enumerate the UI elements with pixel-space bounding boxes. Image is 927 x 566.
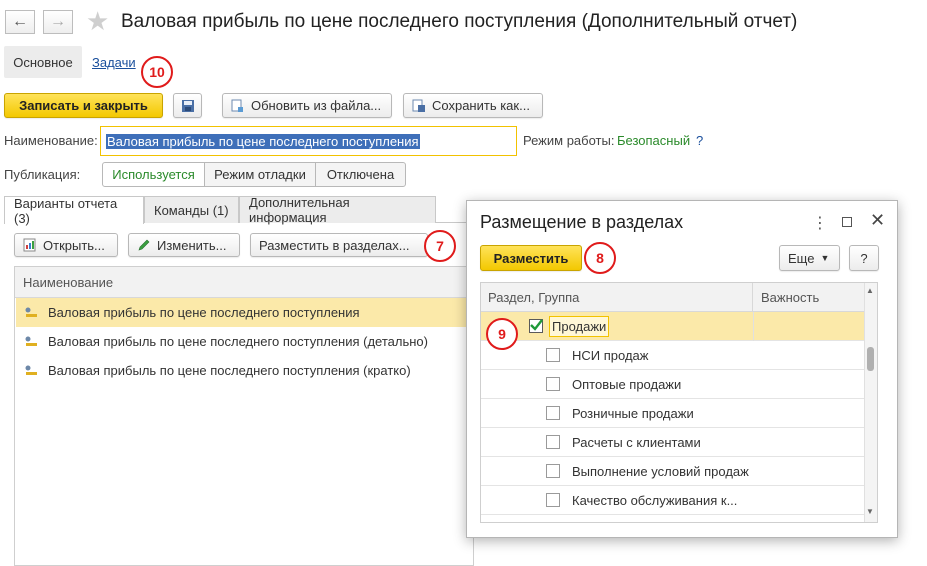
update-from-file-button[interactable]: Обновить из файла... [222, 93, 392, 118]
checkmark-icon [530, 319, 543, 331]
dialog-col-section-label: Раздел, Группа [488, 289, 580, 305]
section-label: Розничные продажи [572, 405, 694, 421]
save-as-button[interactable]: Сохранить как... [403, 93, 543, 118]
mode-help-link[interactable]: ? [696, 133, 703, 148]
scroll-thumb[interactable] [867, 347, 874, 371]
window-title: Валовая прибыль по цене последнего посту… [121, 11, 798, 32]
marker-7: 7 [424, 230, 456, 262]
tab-variants[interactable]: Варианты отчета (3) [4, 196, 144, 226]
open-button[interactable]: Открыть... [14, 233, 118, 257]
tab-additional-info[interactable]: Дополнительная информация [239, 195, 436, 225]
dialog-place-button[interactable]: Разместить [480, 245, 582, 271]
row-checkbox[interactable] [546, 377, 560, 391]
publication-label: Публикация: [4, 167, 81, 182]
save-as-label: Сохранить как... [432, 98, 530, 113]
section-label: Выполнение условий продаж [572, 463, 749, 479]
place-in-sections-button[interactable]: Разместить в разделах... [250, 233, 428, 257]
dialog-close-icon[interactable]: ✕ [870, 210, 885, 231]
marker-10: 10 [141, 56, 173, 88]
list-item[interactable]: НСИ продаж [481, 341, 864, 370]
table-row[interactable]: Валовая прибыль по цене последнего посту… [16, 327, 472, 356]
arrow-left-icon: ← [12, 13, 28, 30]
list-item[interactable]: Розничные продажи [481, 399, 864, 428]
table-row[interactable]: Валовая прибыль по цене последнего посту… [16, 356, 472, 385]
list-item[interactable]: Продажи [481, 312, 864, 341]
back-button[interactable]: ← [5, 10, 35, 34]
tab-commands[interactable]: Команды (1) [144, 196, 239, 223]
publication-used[interactable]: Используется [102, 162, 205, 187]
name-input[interactable]: Валовая прибыль по цене последнего посту… [100, 126, 517, 156]
marker-8: 8 [584, 242, 616, 274]
chevron-down-icon: ▼ [820, 253, 830, 263]
report-variant-icon [24, 365, 38, 377]
variant-row-label: Валовая прибыль по цене последнего посту… [48, 334, 428, 349]
dialog-col-importance-header[interactable]: Важность [753, 283, 864, 312]
save-close-button[interactable]: Записать и закрыть [4, 93, 163, 118]
dialog-menu-icon[interactable]: ⋮ [812, 213, 828, 233]
variant-row-label: Валовая прибыль по цене последнего посту… [48, 305, 360, 320]
section-label: Продажи [549, 315, 610, 337]
arrow-right-icon: → [50, 13, 66, 30]
dialog-scrollbar[interactable] [864, 283, 877, 522]
section-label: Качество обслуживания к... [572, 492, 738, 508]
floppy-icon [181, 99, 194, 112]
name-label: Наименование: [4, 133, 98, 148]
row-checkbox[interactable] [546, 464, 560, 478]
edit-label: Изменить... [157, 237, 227, 253]
scroll-down-icon[interactable]: ▼ [866, 507, 874, 516]
dialog-col-importance-label: Важность [761, 289, 820, 305]
row-checkbox[interactable] [546, 493, 560, 507]
dialog-col-section-header[interactable]: Раздел, Группа [481, 283, 753, 312]
row-checkbox[interactable] [546, 435, 560, 449]
section-label: Расчеты с клиентами [572, 434, 701, 450]
name-input-value: Валовая прибыль по цене последнего посту… [106, 133, 420, 149]
forward-button[interactable]: → [43, 10, 73, 34]
variants-column-header[interactable]: Наименование [15, 267, 473, 298]
save-button[interactable] [173, 93, 202, 118]
row-checkbox[interactable] [529, 319, 543, 333]
update-file-icon [231, 99, 243, 112]
table-row[interactable]: Валовая прибыль по цене последнего посту… [16, 298, 472, 327]
pencil-icon [138, 239, 150, 251]
dialog-title: Размещение в разделах [480, 212, 684, 232]
publication-disabled[interactable]: Отключена [315, 162, 406, 187]
publication-debug[interactable]: Режим отладки [204, 162, 316, 187]
tasks-link[interactable]: Задачи [92, 55, 136, 70]
scroll-up-icon[interactable]: ▲ [866, 286, 874, 295]
report-variant-icon [24, 336, 38, 348]
importance-col-divider [753, 312, 754, 341]
dialog-maximize-icon[interactable] [842, 217, 852, 227]
report-icon [23, 238, 36, 252]
open-label: Открыть... [43, 237, 105, 253]
nav-main-label: Основное [13, 54, 73, 70]
section-label: Оптовые продажи [572, 376, 682, 392]
nav-main-tab[interactable]: Основное [4, 46, 82, 78]
list-item[interactable]: Расчеты с клиентами [481, 428, 864, 457]
dialog-more-label: Еще [788, 250, 815, 266]
mode-value: Безопасный [617, 133, 691, 148]
list-item[interactable]: Качество обслуживания к... [481, 486, 864, 515]
section-label: НСИ продаж [572, 347, 649, 363]
dialog-help-button[interactable]: ? [849, 245, 879, 271]
report-variant-icon [24, 307, 38, 319]
update-from-file-label: Обновить из файла... [251, 98, 382, 113]
row-checkbox[interactable] [546, 406, 560, 420]
variants-header-label: Наименование [23, 274, 114, 290]
variant-row-label: Валовая прибыль по цене последнего посту… [48, 363, 411, 378]
save-as-icon [412, 99, 425, 112]
favorite-star-icon[interactable]: ★ [86, 6, 109, 37]
list-item[interactable]: Выполнение условий продаж [481, 457, 864, 486]
edit-button[interactable]: Изменить... [128, 233, 240, 257]
mode-label: Режим работы: [523, 133, 615, 148]
dialog-more-button[interactable]: Еще ▼ [779, 245, 840, 271]
row-checkbox[interactable] [546, 348, 560, 362]
list-item[interactable]: Оптовые продажи [481, 370, 864, 399]
